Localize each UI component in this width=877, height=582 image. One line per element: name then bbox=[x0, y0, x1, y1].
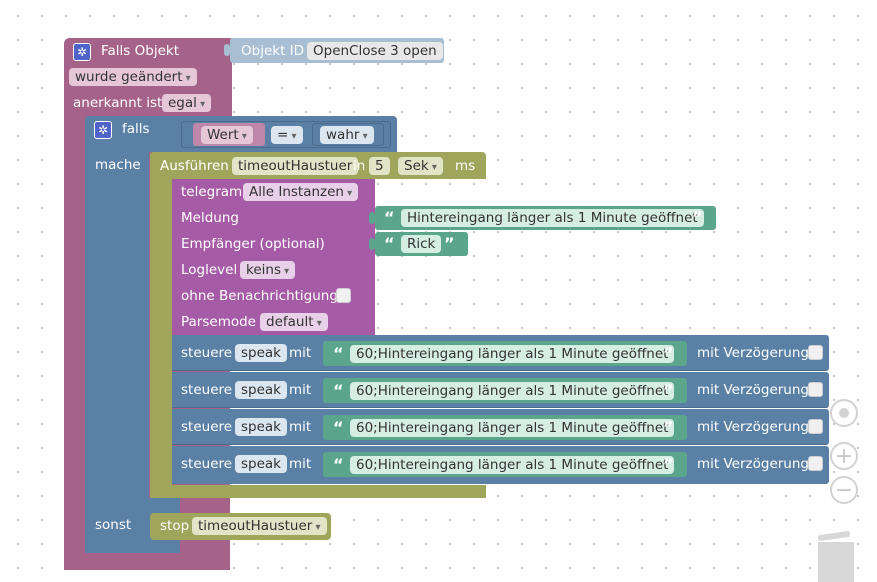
silent-label: ohne Benachrichtigung bbox=[181, 288, 338, 304]
telegram-instance-dropdown[interactable]: Alle Instanzen bbox=[243, 183, 359, 201]
control-label: steuere bbox=[181, 419, 233, 435]
telegram-label: telegram bbox=[181, 184, 243, 200]
acknowledged-label: anerkannt ist bbox=[73, 95, 163, 111]
timeout-unit-dropdown[interactable]: Sek bbox=[398, 157, 443, 175]
open-quote-icon: “ bbox=[333, 344, 344, 363]
control-with-label: mit bbox=[289, 419, 312, 435]
timeout-amount-field[interactable]: 5 bbox=[369, 157, 390, 175]
if-label: falls bbox=[122, 121, 150, 137]
delay-label: mit Verzögerung bbox=[697, 382, 809, 398]
control-target-field[interactable]: speak bbox=[235, 418, 287, 436]
else-label: sonst bbox=[95, 517, 132, 533]
close-quote-icon: ” bbox=[663, 418, 674, 437]
delay-checkbox[interactable] bbox=[808, 419, 823, 434]
control-target-field[interactable]: speak bbox=[235, 455, 287, 473]
control-text-field[interactable]: 60;Hintereingang länger als 1 Minute geö… bbox=[350, 419, 675, 437]
control-with-label: mit bbox=[289, 345, 312, 361]
control-label: steuere bbox=[181, 382, 233, 398]
trigger-title: Falls Objekt bbox=[101, 43, 179, 59]
object-id-label: Objekt ID bbox=[241, 43, 305, 59]
control-label: steuere bbox=[181, 345, 233, 361]
gear-icon[interactable]: ✲ bbox=[73, 43, 91, 61]
run-label: Ausführen bbox=[160, 158, 229, 174]
operator-dropdown[interactable]: = bbox=[271, 126, 303, 144]
parsemode-label: Parsemode bbox=[181, 314, 256, 330]
acknowledged-dropdown[interactable]: egal bbox=[162, 94, 212, 112]
open-quote-icon: “ bbox=[333, 418, 344, 437]
in-label: in bbox=[353, 158, 366, 174]
delay-checkbox[interactable] bbox=[808, 382, 823, 397]
control-target-field[interactable]: speak bbox=[235, 381, 287, 399]
delay-label: mit Verzögerung bbox=[697, 345, 809, 361]
recipient-connector bbox=[369, 238, 375, 250]
center-icon[interactable] bbox=[830, 399, 858, 427]
parsemode-dropdown[interactable]: default bbox=[260, 313, 328, 331]
zoom-out-button[interactable]: − bbox=[830, 476, 858, 504]
loglevel-label: Loglevel bbox=[181, 262, 238, 278]
loglevel-dropdown[interactable]: keins bbox=[240, 261, 296, 279]
delay-label: mit Verzögerung bbox=[697, 456, 809, 472]
close-quote-icon: ” bbox=[444, 234, 455, 253]
trigger-block-bottom bbox=[64, 556, 230, 570]
close-quote-icon: ” bbox=[663, 381, 674, 400]
control-target-field[interactable]: speak bbox=[235, 344, 287, 362]
close-quote-icon: ” bbox=[692, 208, 703, 227]
recipient-label: Empfänger (optional) bbox=[181, 236, 325, 252]
delay-checkbox[interactable] bbox=[808, 456, 823, 471]
zoom-in-button[interactable]: + bbox=[830, 442, 858, 470]
close-quote-icon: ” bbox=[663, 344, 674, 363]
timeout-name-field[interactable]: timeoutHaustuer bbox=[232, 157, 359, 175]
control-text-field[interactable]: 60;Hintereingang länger als 1 Minute geö… bbox=[350, 456, 675, 474]
object-id-connector bbox=[224, 44, 230, 56]
timeout-block[interactable] bbox=[150, 152, 172, 498]
message-text-field[interactable]: Hintereingang länger als 1 Minute geöffn… bbox=[401, 209, 704, 227]
open-quote-icon: “ bbox=[384, 234, 395, 253]
trash-icon[interactable] bbox=[814, 530, 856, 582]
open-quote-icon: “ bbox=[333, 455, 344, 474]
open-quote-icon: “ bbox=[333, 381, 344, 400]
timeout-block-footer bbox=[150, 485, 486, 498]
object-id-field[interactable]: OpenClose 3 open bbox=[307, 42, 443, 60]
if-block[interactable] bbox=[85, 116, 149, 553]
do-label: mache bbox=[95, 157, 141, 173]
ms-label: ms bbox=[455, 158, 476, 174]
value-dropdown[interactable]: Wert bbox=[201, 126, 253, 144]
recipient-text-field[interactable]: Rick bbox=[401, 235, 442, 253]
bool-dropdown[interactable]: wahr bbox=[320, 126, 374, 144]
stop-name-dropdown[interactable]: timeoutHaustuer bbox=[192, 517, 327, 535]
control-with-label: mit bbox=[289, 382, 312, 398]
message-label: Meldung bbox=[181, 210, 239, 226]
stop-label: stop bbox=[160, 518, 190, 534]
control-with-label: mit bbox=[289, 456, 312, 472]
open-quote-icon: “ bbox=[384, 208, 395, 227]
control-label: steuere bbox=[181, 456, 233, 472]
message-connector bbox=[369, 212, 375, 224]
control-text-field[interactable]: 60;Hintereingang länger als 1 Minute geö… bbox=[350, 345, 675, 363]
condition-dropdown[interactable]: wurde geändert bbox=[69, 68, 197, 86]
silent-checkbox[interactable] bbox=[336, 288, 351, 303]
control-text-field[interactable]: 60;Hintereingang länger als 1 Minute geö… bbox=[350, 382, 675, 400]
delay-checkbox[interactable] bbox=[808, 345, 823, 360]
gear-icon[interactable]: ✲ bbox=[94, 121, 112, 139]
delay-label: mit Verzögerung bbox=[697, 419, 809, 435]
close-quote-icon: ” bbox=[663, 455, 674, 474]
